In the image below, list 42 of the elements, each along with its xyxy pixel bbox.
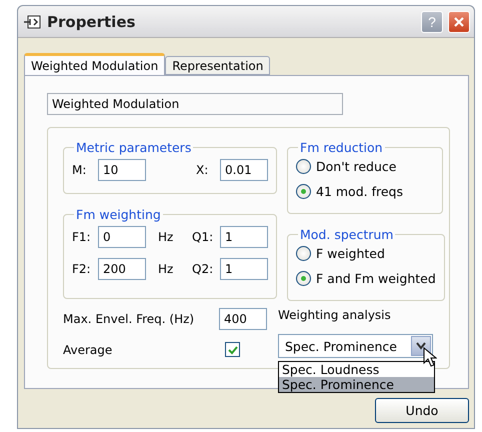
group-title: Metric parameters: [75, 140, 192, 155]
group-title: Mod. spectrum: [299, 227, 394, 242]
tab[interactable]: Representation: [165, 56, 270, 75]
input-field[interactable]: 1: [220, 226, 268, 248]
input-field[interactable]: 1: [220, 258, 268, 280]
radio-label: F weighted: [316, 246, 385, 261]
radio-label: Don't reduce: [316, 159, 396, 174]
dropdown-button[interactable]: [411, 336, 431, 356]
radio-label: F and Fm weighted: [316, 271, 436, 286]
field-label: X:: [196, 163, 210, 177]
radio-label: 41 mod. freqs: [316, 184, 403, 199]
field-label: Max. Envel. Freq. (Hz): [63, 312, 196, 326]
radio-button[interactable]: [296, 246, 311, 261]
input-field[interactable]: 400: [219, 308, 267, 330]
input-field[interactable]: 0: [98, 226, 146, 248]
undo-button[interactable]: Undo: [375, 398, 469, 423]
unit-label: Hz: [158, 230, 174, 244]
tab[interactable]: Weighted Modulation: [24, 53, 166, 75]
field-label: F1:: [72, 230, 92, 244]
group-title: Fm reduction: [299, 140, 384, 155]
chevron-down-icon: [416, 342, 426, 350]
radio-button[interactable]: [296, 184, 311, 199]
checkbox-label: Average: [63, 342, 114, 356]
field-label: M:: [72, 163, 88, 177]
group-title: Fm weighting: [75, 207, 162, 222]
input-field[interactable]: 0.01: [220, 159, 268, 181]
window-icon: [24, 14, 42, 30]
field-label: Q2:: [192, 262, 214, 276]
name-field[interactable]: Weighted Modulation: [47, 93, 343, 115]
window-title: Properties: [47, 12, 136, 30]
close-button[interactable]: [448, 10, 470, 32]
radio-button[interactable]: [296, 271, 311, 286]
field-label: Q1:: [192, 230, 214, 244]
input-field[interactable]: 10: [98, 159, 146, 181]
dropdown-option[interactable]: Spec. Prominence: [279, 377, 434, 392]
field-label: Weighting analysis: [278, 308, 392, 322]
input-field[interactable]: 200: [98, 258, 146, 280]
field-label: F2:: [72, 262, 92, 276]
unit-label: Hz: [158, 262, 174, 276]
checkbox[interactable]: [225, 342, 240, 357]
radio-button[interactable]: [296, 159, 311, 174]
close-icon: [453, 16, 465, 28]
